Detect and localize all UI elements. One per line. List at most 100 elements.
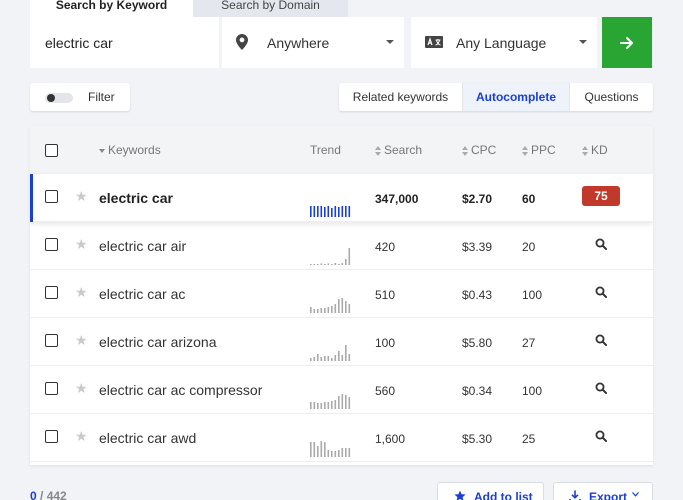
star-icon[interactable]: ★: [75, 236, 88, 253]
trend-bar: [320, 206, 323, 217]
download-icon: [569, 490, 581, 500]
result-mode-tabs: Related keywords Autocomplete Questions: [339, 83, 653, 111]
header-cpc[interactable]: CPC: [462, 143, 496, 157]
ppc-cell: 25: [522, 432, 536, 446]
trend-bar: [341, 448, 344, 457]
search-bar: Anywhere Any Language: [30, 17, 653, 68]
trend-bar: [310, 358, 312, 361]
table-row[interactable]: ★ electric car arizona 100 $5.80 27: [30, 318, 653, 366]
trend-bar: [345, 395, 347, 409]
trend-bar: [334, 206, 337, 217]
trend-bar: [327, 402, 330, 409]
keyword-cell[interactable]: electric car ac compressor: [99, 382, 262, 398]
export-button[interactable]: Export: [553, 482, 653, 500]
tab-search-by-keyword[interactable]: Search by Keyword: [30, 0, 193, 17]
trend-bar: [313, 442, 316, 457]
star-icon[interactable]: ★: [75, 188, 88, 205]
search-go-button[interactable]: [602, 17, 652, 68]
ppc-cell: 27: [522, 336, 536, 350]
row-checkbox[interactable]: [45, 334, 58, 347]
chevron-down-icon: [579, 40, 587, 44]
star-icon[interactable]: ★: [75, 380, 88, 397]
trend-bar: [341, 263, 344, 265]
translate-icon: [425, 36, 443, 48]
keyword-cell[interactable]: electric car awd: [99, 430, 196, 446]
search-icon[interactable]: [595, 238, 607, 250]
search-cell: 347,000: [375, 192, 419, 206]
keyword-cell[interactable]: electric car air: [99, 238, 186, 254]
trend-bar: [331, 451, 333, 457]
trend-bar: [313, 206, 316, 217]
trend-bar: [324, 442, 326, 457]
sort-icon: [462, 145, 468, 156]
search-icon[interactable]: [595, 334, 607, 346]
trend-bar: [310, 264, 312, 265]
header-kd[interactable]: KD: [582, 143, 608, 157]
trend-sparkline: [310, 298, 351, 313]
trend-bar: [345, 345, 347, 361]
header-keywords[interactable]: Keywords: [99, 143, 161, 157]
trend-bar: [345, 206, 347, 217]
filter-switch[interactable]: [45, 93, 73, 103]
row-checkbox[interactable]: [45, 286, 58, 299]
row-checkbox[interactable]: [45, 382, 58, 395]
table-row[interactable]: ★ electric car 347,000 $2.70 60 75: [30, 174, 653, 222]
trend-sparkline: [310, 441, 351, 457]
trend-bar: [341, 298, 344, 313]
keyword-cell[interactable]: electric car arizona: [99, 334, 217, 350]
trend-bar: [331, 208, 333, 217]
keyword-cell[interactable]: electric car ac: [99, 286, 185, 302]
tab-autocomplete[interactable]: Autocomplete: [463, 83, 570, 111]
table-row[interactable]: ★ electric car air 420 $3.39 20: [30, 222, 653, 270]
table-row[interactable]: ★ electric car ac compressor 560 $0.34 100: [30, 366, 653, 414]
header-search[interactable]: Search: [375, 143, 422, 157]
trend-bar: [345, 448, 347, 457]
filter-toggle-button[interactable]: Filter: [30, 83, 130, 111]
keyword-input[interactable]: [30, 17, 219, 68]
location-select[interactable]: Anywhere: [222, 17, 404, 68]
selection-count: 0 / 442: [30, 489, 67, 500]
star-icon[interactable]: ★: [75, 332, 88, 349]
sort-desc-icon: [99, 148, 105, 153]
trend-bar: [320, 357, 323, 361]
trend-bar: [334, 451, 337, 457]
tab-search-by-domain[interactable]: Search by Domain: [193, 0, 348, 17]
sort-icon: [375, 145, 381, 156]
header-ppc[interactable]: PPC: [522, 143, 556, 157]
search-icon[interactable]: [595, 286, 607, 298]
row-checkbox[interactable]: [45, 430, 58, 443]
row-checkbox[interactable]: [45, 190, 58, 203]
trend-bar: [327, 307, 330, 313]
trend-bar: [317, 354, 319, 361]
table-row[interactable]: ★ electric car ac 510 $0.43 100: [30, 270, 653, 318]
search-icon[interactable]: [595, 430, 607, 442]
language-label: Any Language: [456, 35, 547, 51]
trend-bar: [317, 446, 319, 457]
add-to-list-button[interactable]: Add to list: [437, 482, 544, 500]
trend-bar: [324, 207, 326, 217]
row-checkbox[interactable]: [45, 238, 58, 251]
trend-bar: [331, 264, 333, 265]
trend-bar: [327, 450, 330, 457]
star-icon[interactable]: ★: [75, 428, 88, 445]
keyword-cell[interactable]: electric car: [99, 190, 173, 206]
trend-sparkline: [310, 394, 351, 409]
trend-bar: [348, 448, 351, 457]
trend-bar: [348, 304, 351, 313]
language-select[interactable]: Any Language: [411, 17, 597, 68]
ppc-cell: 100: [522, 288, 543, 302]
chevron-down-icon: [632, 492, 639, 497]
tab-questions[interactable]: Questions: [570, 83, 653, 111]
trend-bar: [348, 354, 351, 361]
search-icon[interactable]: [595, 382, 607, 394]
trend-bar: [313, 309, 316, 313]
trend-bar: [338, 207, 340, 217]
trend-bar: [313, 402, 316, 409]
tab-related-keywords[interactable]: Related keywords: [339, 83, 463, 111]
select-all-checkbox[interactable]: [45, 144, 58, 157]
chevron-down-icon: [386, 40, 394, 44]
table-row[interactable]: ★ electric car awd 1,600 $5.30 25: [30, 414, 653, 462]
table-header: Keywords Trend Search CPC PPC KD: [30, 126, 653, 174]
star-icon[interactable]: ★: [75, 284, 88, 301]
trend-bar: [320, 403, 323, 409]
